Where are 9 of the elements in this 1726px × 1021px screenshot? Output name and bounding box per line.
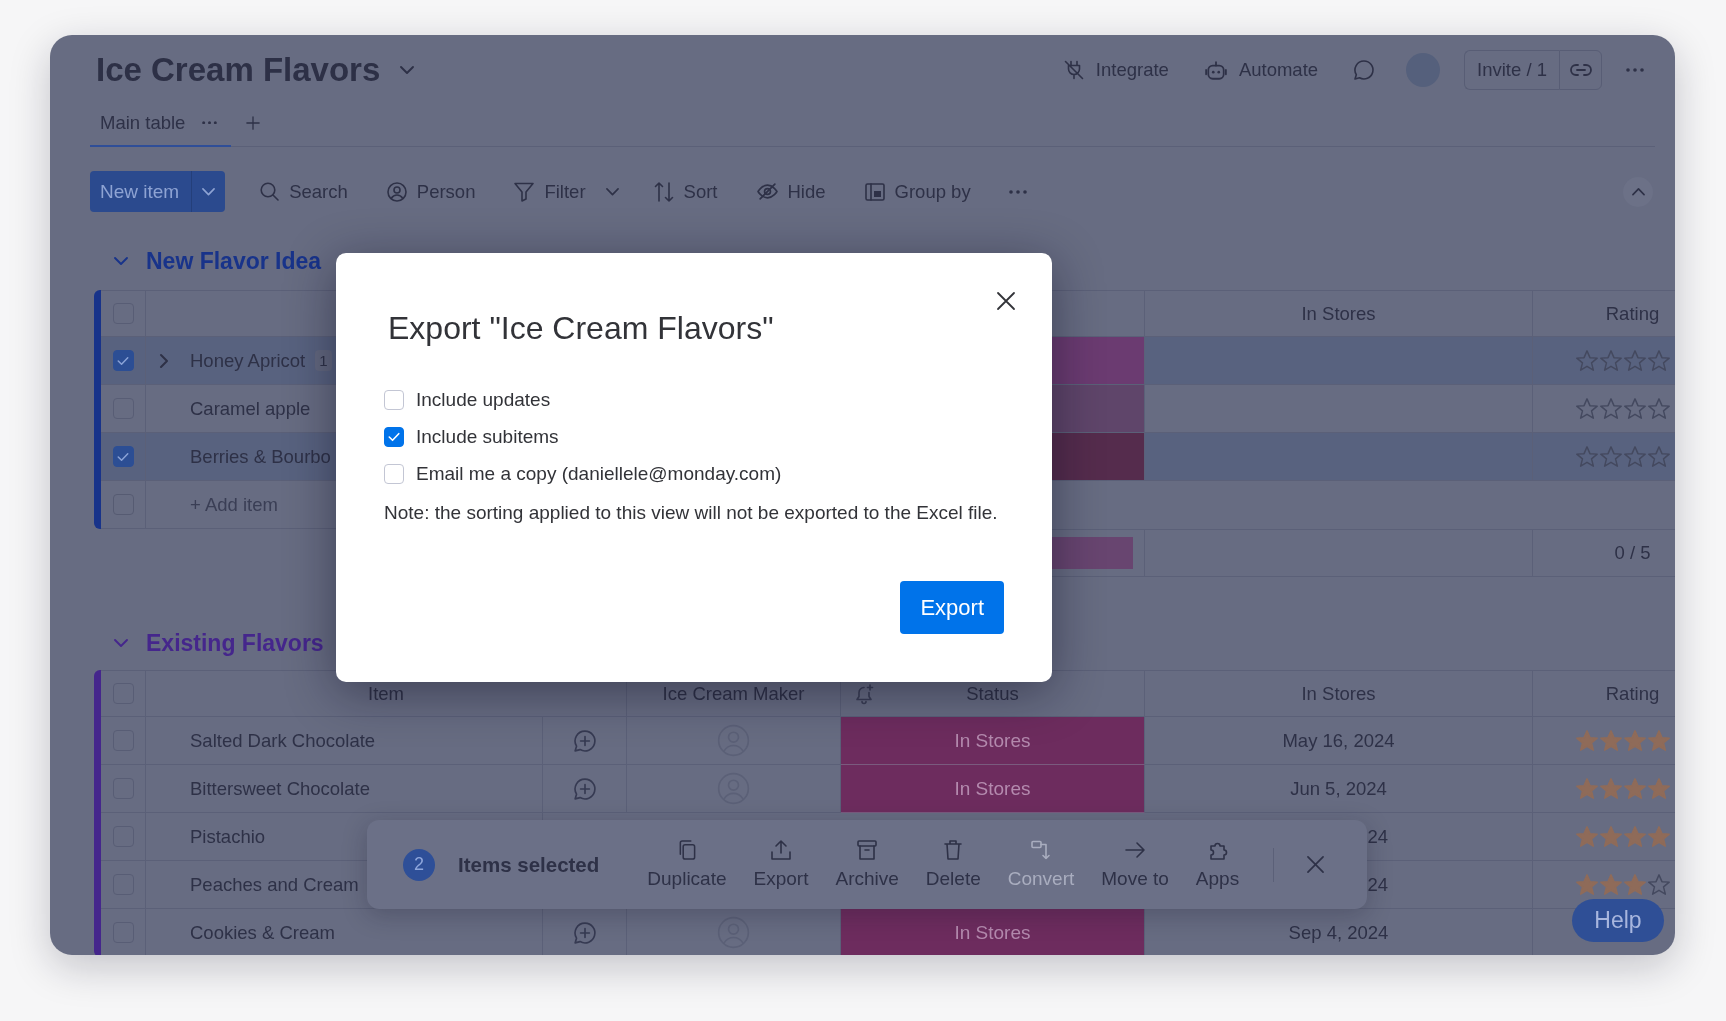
column-header: Rating [1605, 302, 1660, 325]
dialog-title: Export "Ice Cream Flavors" [388, 310, 774, 346]
column-header: In Stores [1301, 302, 1376, 325]
column-header: In Stores [1301, 682, 1376, 705]
column-header: Rating [1605, 682, 1660, 705]
note-text: Note: the sorting applied to this view will not be exported to the Excel file. [384, 502, 999, 524]
rating-summary: 0 / 5 [1614, 542, 1651, 564]
selected-count: 2 [403, 848, 435, 881]
selection-label: Items selected [458, 852, 600, 877]
